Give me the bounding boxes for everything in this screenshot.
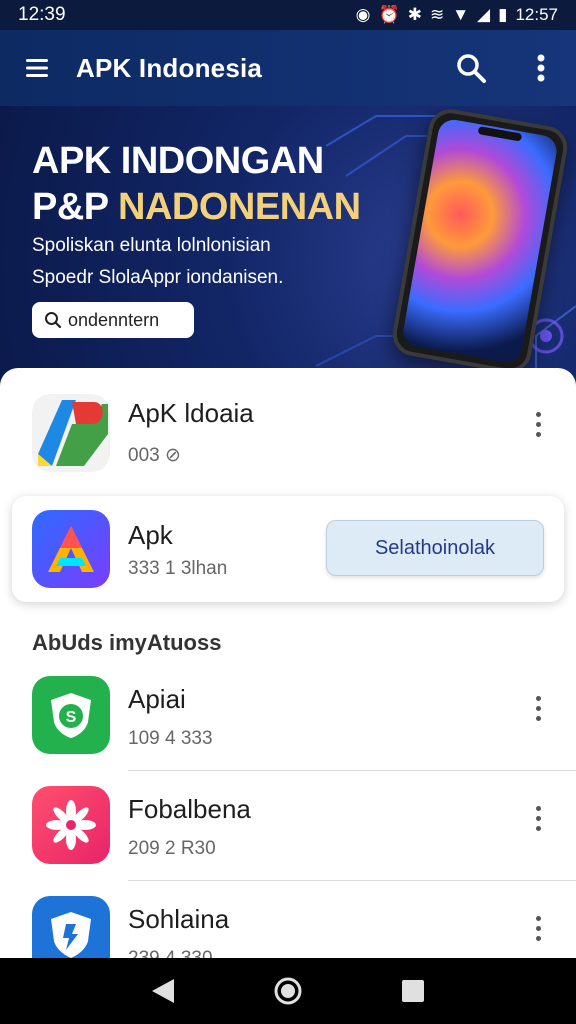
apk-app-icon (32, 510, 110, 588)
status-time-right: 12:57 (515, 5, 558, 24)
app-meta: 109 4 333 (128, 728, 213, 749)
overflow-menu-button[interactable] (506, 30, 576, 106)
status-icons: ◉ ⏰ ✱ ≋ ▼ ◢ ▮ 12:57 (356, 5, 558, 25)
battery-icon: ▮ (498, 5, 508, 24)
more-vert-icon (537, 54, 545, 82)
more-vert-icon[interactable] (526, 688, 550, 728)
hero-heading: APK INDONGAN P&P NADONENAN (32, 138, 361, 230)
apk-ldoaia-app-icon (32, 394, 110, 472)
app-meta: 239 4 330 (128, 948, 213, 958)
more-vert-icon[interactable] (526, 798, 550, 838)
nfc-icon: ◉ (355, 5, 371, 24)
back-button[interactable] (143, 971, 183, 1011)
system-navigation-bar (0, 958, 576, 1024)
hero-line2b: NADONENAN (118, 186, 361, 228)
shield-app-icon: S (32, 676, 110, 754)
hero-desc1: Spoliskan elunta lolnlonisian (32, 235, 271, 256)
more-vert-icon[interactable] (526, 908, 550, 948)
back-icon (151, 979, 174, 1003)
status-bar: 12:39 ◉ ⏰ ✱ ≋ ▼ ◢ ▮ 12:57 (0, 0, 576, 30)
alarm-icon: ⏰ (378, 5, 400, 24)
app-name: Sohlaina (128, 904, 230, 934)
hero-banner[interactable]: APK INDONGAN P&P NADONENAN Spoliskan elu… (0, 106, 576, 386)
app-name: Apiai (128, 684, 186, 714)
hamburger-icon (26, 59, 48, 77)
signal-icon: ◢ (477, 5, 491, 24)
app-meta: 209 2 R30 (128, 838, 216, 859)
search-icon (457, 54, 486, 83)
vibrate-icon: ≋ (429, 5, 445, 24)
home-button[interactable] (268, 971, 308, 1011)
featured-app-meta: 333 1 3lhan (128, 558, 228, 579)
app-name: ApK ldoaia (128, 398, 254, 428)
bluetooth-icon: ✱ (407, 5, 422, 24)
wifi-icon: ▼ (452, 5, 470, 24)
list-item[interactable]: Fobalbena 209 2 R30 (0, 780, 576, 890)
list-item[interactable]: Sohlaina 239 4 330 (0, 890, 576, 958)
divider (128, 770, 576, 771)
hero-line1: APK INDONGAN (32, 140, 324, 182)
menu-button[interactable] (0, 30, 76, 106)
section-title: AbUds imyAtuoss (32, 630, 222, 655)
phone-screen (400, 117, 560, 365)
featured-app-name: Apk (128, 520, 173, 550)
app-meta: 003 ⊘ (128, 445, 181, 466)
app-title: APK Indonesia (76, 52, 263, 83)
hero-search-label: ondenntern (68, 309, 160, 330)
svg-text:S: S (66, 709, 77, 726)
app-name: Fobalbena (128, 794, 251, 824)
more-vert-icon[interactable] (526, 404, 550, 444)
search-icon (45, 312, 62, 329)
hero-line2a: P&P (32, 186, 119, 228)
install-button[interactable]: Selathoinolak (326, 520, 544, 576)
app-list-sheet: ApK ldoaia 003 ⊘ Apk 333 1 3lhan Selatho… (0, 368, 576, 958)
recents-icon (402, 980, 425, 1002)
home-icon (274, 977, 302, 1005)
recents-button[interactable] (393, 971, 433, 1011)
shield-blue-app-icon (32, 896, 110, 958)
app-bar: APK Indonesia (0, 30, 576, 106)
hero-desc2: Spoedr SlolaAppr iondanisen. (32, 267, 284, 288)
list-item[interactable]: S Apiai 109 4 333 (0, 670, 576, 780)
search-button[interactable] (436, 30, 506, 106)
flower-app-icon (32, 786, 110, 864)
hero-search-button[interactable]: ondenntern (32, 302, 194, 338)
featured-app-card[interactable]: Apk 333 1 3lhan Selathoinolak (12, 496, 564, 602)
status-time-left: 12:39 (18, 4, 66, 25)
list-item[interactable]: ApK ldoaia 003 ⊘ (0, 368, 576, 478)
divider (128, 880, 576, 881)
hero-description: Spoliskan elunta lolnlonisian Spoedr Slo… (32, 230, 332, 294)
